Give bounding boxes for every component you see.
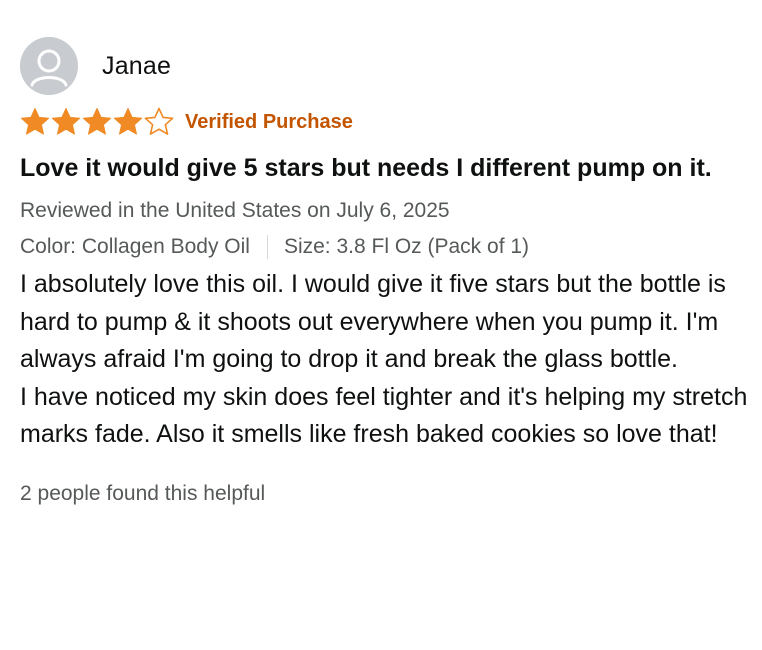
star-filled-icon bbox=[82, 108, 112, 135]
reviewer-profile[interactable]: Janae bbox=[20, 36, 755, 96]
star-empty-icon bbox=[144, 107, 174, 135]
variant-divider bbox=[266, 235, 268, 259]
helpful-count: 2 people found this helpful bbox=[20, 481, 266, 505]
star-filled-icon bbox=[113, 108, 143, 135]
rating-row: Verified Purchase bbox=[20, 107, 755, 137]
color-variant[interactable]: Color: Collagen Body Oil bbox=[20, 232, 250, 262]
user-avatar-icon[interactable] bbox=[20, 37, 78, 95]
reviewer-name[interactable]: Janae bbox=[102, 52, 171, 81]
review-paragraph: I absolutely love this oil. I would give… bbox=[20, 270, 726, 373]
star-rating[interactable] bbox=[20, 107, 175, 137]
variant-info: Color: Collagen Body Oil Size: 3.8 Fl Oz… bbox=[20, 232, 755, 262]
star-filled-icon bbox=[51, 108, 81, 135]
review-paragraph: I have noticed my skin does feel tighter… bbox=[20, 382, 748, 449]
star-filled-icon bbox=[20, 108, 50, 135]
review-card: Janae Verified Purchase Love it would gi… bbox=[20, 36, 755, 509]
review-title[interactable]: Love it would give 5 stars but needs I d… bbox=[20, 151, 745, 186]
verified-purchase-badge: Verified Purchase bbox=[185, 110, 353, 133]
review-body: I absolutely love this oil. I would give… bbox=[20, 266, 760, 454]
review-date: Reviewed in the United States on July 6,… bbox=[20, 199, 450, 222]
size-variant[interactable]: Size: 3.8 Fl Oz (Pack of 1) bbox=[284, 232, 529, 262]
